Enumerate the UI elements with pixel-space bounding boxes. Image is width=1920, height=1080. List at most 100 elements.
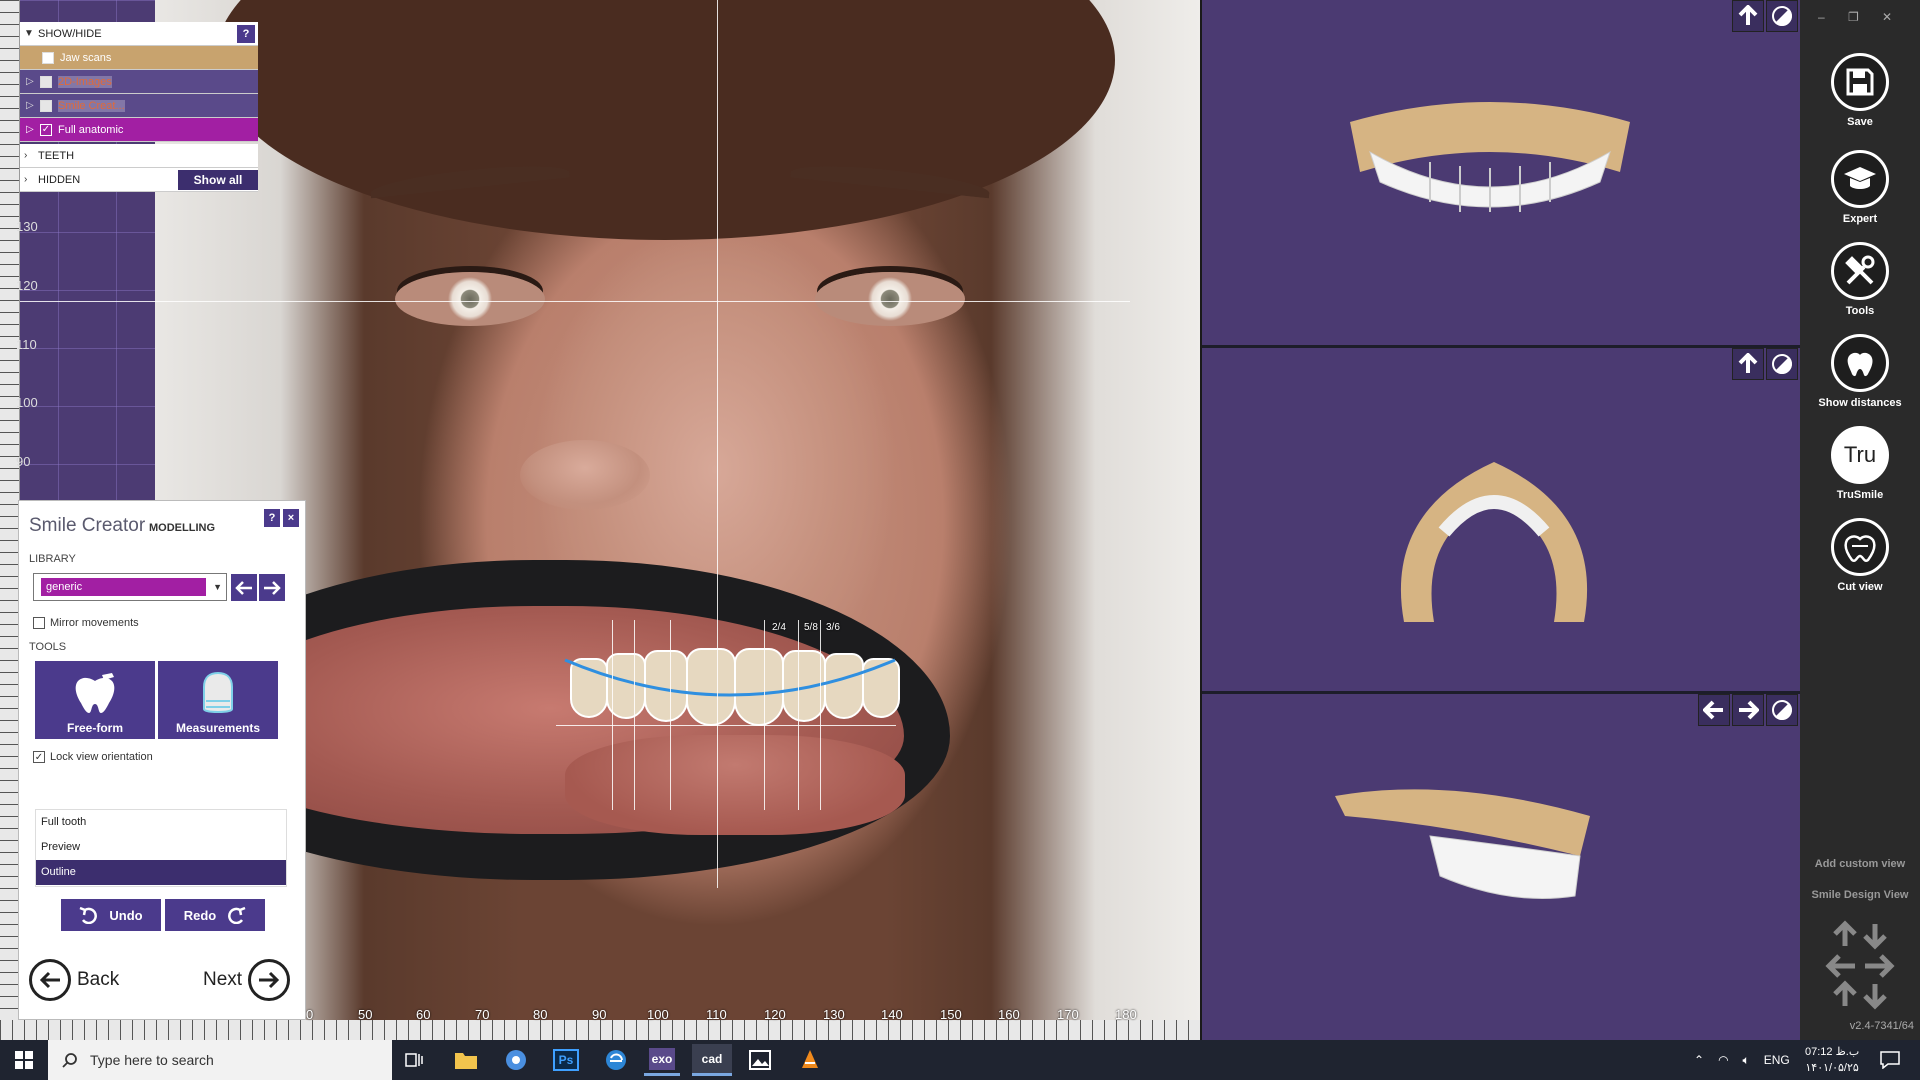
jaw-scans-checkbox[interactable] [42, 51, 54, 64]
clock[interactable]: 07:12 ب.ظ ۱۴۰۱/۰۵/۲۵ [1805, 1040, 1859, 1080]
taskbar-search[interactable]: Type here to search [48, 1040, 392, 1080]
upper-jaw-front-model[interactable] [1340, 92, 1640, 212]
tooth-guide-line[interactable] [612, 620, 613, 810]
help-button[interactable]: ? [264, 509, 280, 527]
smile-curve[interactable] [560, 620, 900, 720]
tooth-guide-line[interactable] [798, 620, 799, 810]
show-hide-panel: ▼ SHOW/HIDE ? Jaw scans ▷ 2D-Images ▷ Sm… [20, 22, 258, 192]
exo-app[interactable]: exo [644, 1044, 680, 1076]
next-library-button[interactable] [259, 574, 285, 601]
2d-images-row[interactable]: ▷ 2D-Images [20, 70, 258, 94]
arrow-left-icon [235, 580, 252, 595]
upper-jaw-occlusal-model[interactable] [1384, 452, 1604, 642]
chevron-right-icon[interactable]: ▷ [26, 76, 40, 87]
windows-start-icon[interactable] [6, 1044, 42, 1076]
lock-view-checkbox[interactable]: ✓ [33, 751, 45, 763]
view-toggle-button[interactable] [1766, 348, 1798, 380]
task-view-icon[interactable] [396, 1044, 432, 1076]
minimize-icon[interactable]: – [1818, 10, 1825, 24]
display-mode-list[interactable]: Full tooth Preview Outline [35, 809, 287, 887]
vertical-guide-midline[interactable] [717, 0, 718, 888]
upper-jaw-side-model[interactable] [1330, 776, 1600, 906]
mode-full-tooth[interactable]: Full tooth [36, 810, 286, 835]
expert-button[interactable]: Expert [1800, 150, 1920, 225]
previous-library-button[interactable] [231, 574, 257, 601]
smile-design-view-link[interactable]: Smile Design View [1800, 889, 1920, 901]
cut-view-button[interactable]: Cut view [1800, 518, 1920, 593]
3d-view-front[interactable] [1202, 0, 1800, 345]
smile-creator-checkbox[interactable] [40, 99, 52, 112]
file-explorer-icon[interactable] [448, 1044, 484, 1076]
view-top-button[interactable] [1732, 0, 1764, 32]
chevron-up-icon[interactable]: ⌃ [1694, 1053, 1704, 1067]
close-button[interactable]: × [283, 509, 299, 527]
redo-button[interactable]: Redo [165, 899, 265, 931]
hidden-row-header[interactable]: › HIDDEN Show all [20, 168, 258, 192]
next-button[interactable]: Next [203, 959, 291, 1001]
show-distances-button[interactable]: Show distances [1800, 334, 1920, 409]
view-toggle-button[interactable] [1766, 0, 1798, 32]
arrow-up-icon [1738, 5, 1758, 25]
teeth-row-header[interactable]: › TEETH [20, 144, 258, 168]
3d-view-side[interactable] [1202, 694, 1800, 1040]
add-custom-view-link[interactable]: Add custom view [1800, 858, 1920, 870]
arrow-left-icon [1703, 700, 1723, 720]
taskbar: Type here to search Ps exo cad ⌃ ◠ 🔈︎ EN… [0, 1040, 1920, 1080]
back-button[interactable]: Back [29, 959, 119, 1001]
clock-date: ۱۴۰۱/۰۵/۲۵ [1805, 1062, 1859, 1074]
trusmile-button[interactable]: Tru TruSmile [1800, 426, 1920, 501]
full-anatomic-checkbox[interactable]: ✓ [40, 123, 52, 136]
chevron-right-icon[interactable]: ▷ [26, 124, 40, 135]
rotate-right-button[interactable] [1732, 694, 1764, 726]
restore-icon[interactable]: ❐ [1848, 10, 1859, 24]
view-navigation-arrows-icon[interactable] [1825, 920, 1895, 1010]
lock-view-row[interactable]: ✓ Lock view orientation [33, 751, 153, 763]
tools-button[interactable]: Tools [1800, 242, 1920, 317]
tooth-guide-line[interactable] [670, 620, 671, 810]
jaw-scans-label: Jaw scans [60, 51, 112, 64]
horizontal-guide-eyes[interactable] [0, 301, 1130, 302]
photoshop-icon: Ps [552, 1049, 580, 1071]
3d-view-occlusal[interactable] [1202, 348, 1800, 691]
photos-icon[interactable] [742, 1044, 778, 1076]
tooth-guide-line[interactable] [634, 620, 635, 810]
tooth-guide-line[interactable] [820, 620, 821, 810]
smile-creator-row[interactable]: ▷ Smile Creat... [20, 94, 258, 118]
chrome-icon[interactable] [498, 1044, 534, 1076]
save-button[interactable]: Save [1800, 53, 1920, 128]
view-toggle-button[interactable] [1766, 694, 1798, 726]
help-button[interactable]: ? [237, 24, 255, 43]
jaw-scans-row[interactable]: Jaw scans [20, 46, 258, 70]
free-form-tool-button[interactable]: Free-form [35, 661, 155, 739]
ruler-label: 0 [306, 1007, 314, 1022]
edge-icon[interactable] [598, 1044, 634, 1076]
vlc-icon[interactable] [792, 1044, 828, 1076]
library-select[interactable]: generic ▼ [33, 573, 227, 601]
mirror-movements-checkbox[interactable] [33, 617, 45, 629]
wifi-icon[interactable]: ◠ [1718, 1053, 1728, 1067]
show-all-button[interactable]: Show all [178, 169, 258, 190]
chevron-right-icon[interactable]: ▷ [26, 100, 40, 111]
cad-app[interactable]: cad [692, 1044, 732, 1076]
undo-button[interactable]: Undo [61, 899, 161, 931]
show-hide-header[interactable]: ▼ SHOW/HIDE ? [20, 22, 258, 46]
rotate-left-button[interactable] [1698, 694, 1730, 726]
2d-images-checkbox[interactable] [40, 75, 52, 88]
photoshop-app[interactable]: Ps [548, 1044, 584, 1076]
horizontal-guide-incisal[interactable] [556, 725, 896, 726]
left-ruler [0, 0, 20, 1040]
tooth-guide-line[interactable] [764, 620, 765, 810]
undo-icon [79, 906, 98, 924]
mode-preview[interactable]: Preview [36, 835, 286, 860]
mirror-movements-row[interactable]: Mirror movements [33, 617, 139, 629]
full-anatomic-row[interactable]: ▷ ✓ Full anatomic [20, 118, 258, 142]
measurements-tool-button[interactable]: Measurements [158, 661, 278, 739]
mode-outline[interactable]: Outline [36, 860, 286, 885]
view-top-button[interactable] [1732, 348, 1764, 380]
notification-icon[interactable] [1880, 1040, 1900, 1080]
tooth-ratio-label: 2/4 [772, 622, 786, 633]
ruler-label: 170 [1057, 1007, 1079, 1022]
close-icon[interactable]: ✕ [1882, 10, 1892, 24]
language-indicator[interactable]: ENG [1764, 1053, 1790, 1067]
speaker-icon[interactable]: 🔈︎ [1743, 1053, 1750, 1068]
